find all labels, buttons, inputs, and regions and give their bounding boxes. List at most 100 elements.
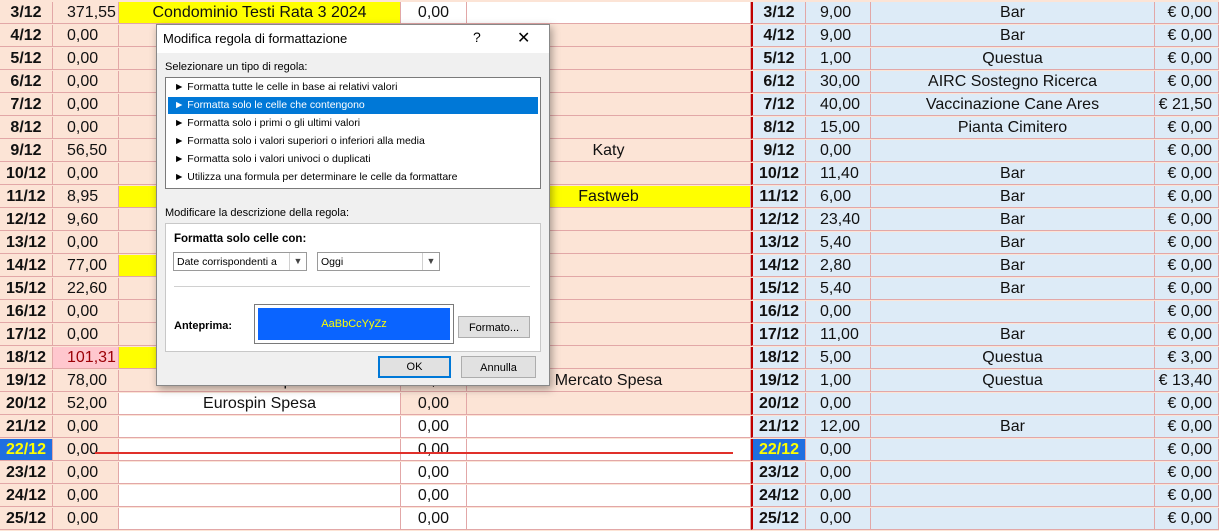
amount-cell-right[interactable]: 2,80: [806, 255, 871, 277]
date-cell-right[interactable]: 9/12: [751, 140, 806, 162]
amount-cell-right[interactable]: 5,40: [806, 278, 871, 300]
date-cell-right[interactable]: 22/12: [751, 439, 806, 461]
date-cell[interactable]: 12/12: [0, 209, 53, 231]
euro-cell[interactable]: € 0,00: [1155, 48, 1219, 70]
amount-cell-right[interactable]: 5,40: [806, 232, 871, 254]
amount-cell[interactable]: 371,55: [53, 2, 119, 24]
date-cell-right[interactable]: 20/12: [751, 393, 806, 415]
euro-cell[interactable]: € 0,00: [1155, 186, 1219, 208]
euro-cell[interactable]: € 0,00: [1155, 462, 1219, 484]
date-cell-right[interactable]: 13/12: [751, 232, 806, 254]
amount-cell-right[interactable]: 40,00: [806, 94, 871, 116]
euro-cell[interactable]: € 0,00: [1155, 25, 1219, 47]
description-cell-right[interactable]: Bar: [871, 416, 1155, 438]
date-cell[interactable]: 17/12: [0, 324, 53, 346]
euro-cell[interactable]: € 0,00: [1155, 301, 1219, 323]
rule-type-item[interactable]: ► Formatta solo i valori superiori o inf…: [168, 133, 538, 150]
euro-cell[interactable]: € 0,00: [1155, 232, 1219, 254]
amount-cell[interactable]: 52,00: [53, 393, 119, 415]
description-cell-right[interactable]: Pianta Cimitero: [871, 117, 1155, 139]
value-cell[interactable]: 0,00: [401, 416, 467, 438]
euro-cell[interactable]: € 0,00: [1155, 508, 1219, 530]
help-icon[interactable]: ?: [473, 29, 481, 45]
description-cell-right[interactable]: Bar: [871, 255, 1155, 277]
date-cell-right[interactable]: 16/12: [751, 301, 806, 323]
euro-cell[interactable]: € 0,00: [1155, 117, 1219, 139]
amount-cell[interactable]: 77,00: [53, 255, 119, 277]
description-cell[interactable]: [119, 508, 401, 530]
description-cell-right[interactable]: [871, 485, 1155, 507]
euro-cell[interactable]: € 0,00: [1155, 416, 1219, 438]
euro-cell[interactable]: € 0,00: [1155, 209, 1219, 231]
amount-cell-right[interactable]: 0,00: [806, 301, 871, 323]
description-cell-right[interactable]: [871, 393, 1155, 415]
value-cell[interactable]: 0,00: [401, 508, 467, 530]
date-cell[interactable]: 4/12: [0, 25, 53, 47]
description-cell[interactable]: [119, 439, 401, 461]
euro-cell[interactable]: € 21,50: [1155, 94, 1219, 116]
amount-cell[interactable]: 0,00: [53, 232, 119, 254]
description-cell-right[interactable]: Bar: [871, 232, 1155, 254]
euro-cell[interactable]: € 0,00: [1155, 439, 1219, 461]
amount-cell[interactable]: 78,00: [53, 370, 119, 392]
date-cell[interactable]: 10/12: [0, 163, 53, 185]
amount-cell[interactable]: 0,00: [53, 324, 119, 346]
description-cell-right[interactable]: Bar: [871, 2, 1155, 24]
rule-type-item-selected[interactable]: ► Formatta solo le celle che contengono: [168, 97, 538, 114]
description-cell-right[interactable]: [871, 439, 1155, 461]
description-cell-right[interactable]: Bar: [871, 163, 1155, 185]
note-cell[interactable]: [467, 393, 751, 415]
description-cell-right[interactable]: [871, 508, 1155, 530]
date-cell-right[interactable]: 17/12: [751, 324, 806, 346]
description-cell-right[interactable]: Questua: [871, 347, 1155, 369]
description-cell-right[interactable]: Bar: [871, 278, 1155, 300]
value-cell[interactable]: 0,00: [401, 485, 467, 507]
amount-cell-right[interactable]: 9,00: [806, 2, 871, 24]
euro-cell[interactable]: € 3,00: [1155, 347, 1219, 369]
date-cell[interactable]: 23/12: [0, 462, 53, 484]
date-cell[interactable]: 21/12: [0, 416, 53, 438]
description-cell-right[interactable]: Questua: [871, 48, 1155, 70]
date-cell-right[interactable]: 11/12: [751, 186, 806, 208]
date-dropdown[interactable]: Oggi ▼: [317, 252, 440, 271]
amount-cell[interactable]: 8,95: [53, 186, 119, 208]
note-cell[interactable]: [467, 462, 751, 484]
amount-cell-right[interactable]: 12,00: [806, 416, 871, 438]
date-cell-right[interactable]: 23/12: [751, 462, 806, 484]
amount-cell-right[interactable]: 0,00: [806, 508, 871, 530]
date-cell-right[interactable]: 7/12: [751, 94, 806, 116]
description-cell-right[interactable]: [871, 301, 1155, 323]
date-cell-right[interactable]: 21/12: [751, 416, 806, 438]
rule-type-item[interactable]: ► Formatta tutte le celle in base ai rel…: [168, 79, 538, 96]
description-cell-right[interactable]: Questua: [871, 370, 1155, 392]
date-cell[interactable]: 19/12: [0, 370, 53, 392]
amount-cell[interactable]: 0,00: [53, 94, 119, 116]
rule-type-item[interactable]: ► Formatta solo i primi o gli ultimi val…: [168, 115, 538, 132]
amount-cell-right[interactable]: 0,00: [806, 462, 871, 484]
description-cell-right[interactable]: Bar: [871, 186, 1155, 208]
rule-type-item[interactable]: ► Formatta solo i valori univoci o dupli…: [168, 151, 538, 168]
description-cell-right[interactable]: AIRC Sostegno Ricerca: [871, 71, 1155, 93]
euro-cell[interactable]: € 0,00: [1155, 324, 1219, 346]
date-cell[interactable]: 13/12: [0, 232, 53, 254]
amount-cell-right[interactable]: 1,00: [806, 370, 871, 392]
date-cell[interactable]: 18/12: [0, 347, 53, 369]
note-cell[interactable]: [467, 439, 751, 461]
date-cell[interactable]: 16/12: [0, 301, 53, 323]
amount-cell-right[interactable]: 15,00: [806, 117, 871, 139]
note-cell[interactable]: [467, 416, 751, 438]
amount-cell-right[interactable]: 0,00: [806, 393, 871, 415]
amount-cell-right[interactable]: 11,40: [806, 163, 871, 185]
amount-cell-right[interactable]: 6,00: [806, 186, 871, 208]
value-cell[interactable]: 0,00: [401, 439, 467, 461]
date-cell[interactable]: 11/12: [0, 186, 53, 208]
euro-cell[interactable]: € 0,00: [1155, 2, 1219, 24]
note-cell[interactable]: [467, 485, 751, 507]
amount-cell[interactable]: 0,00: [53, 462, 119, 484]
amount-cell[interactable]: 22,60: [53, 278, 119, 300]
amount-cell[interactable]: 0,00: [53, 25, 119, 47]
rule-type-item[interactable]: ► Utilizza una formula per determinare l…: [168, 169, 538, 186]
date-cell-right[interactable]: 4/12: [751, 25, 806, 47]
description-cell[interactable]: Eurospin Spesa: [119, 393, 401, 415]
amount-cell-right[interactable]: 9,00: [806, 25, 871, 47]
